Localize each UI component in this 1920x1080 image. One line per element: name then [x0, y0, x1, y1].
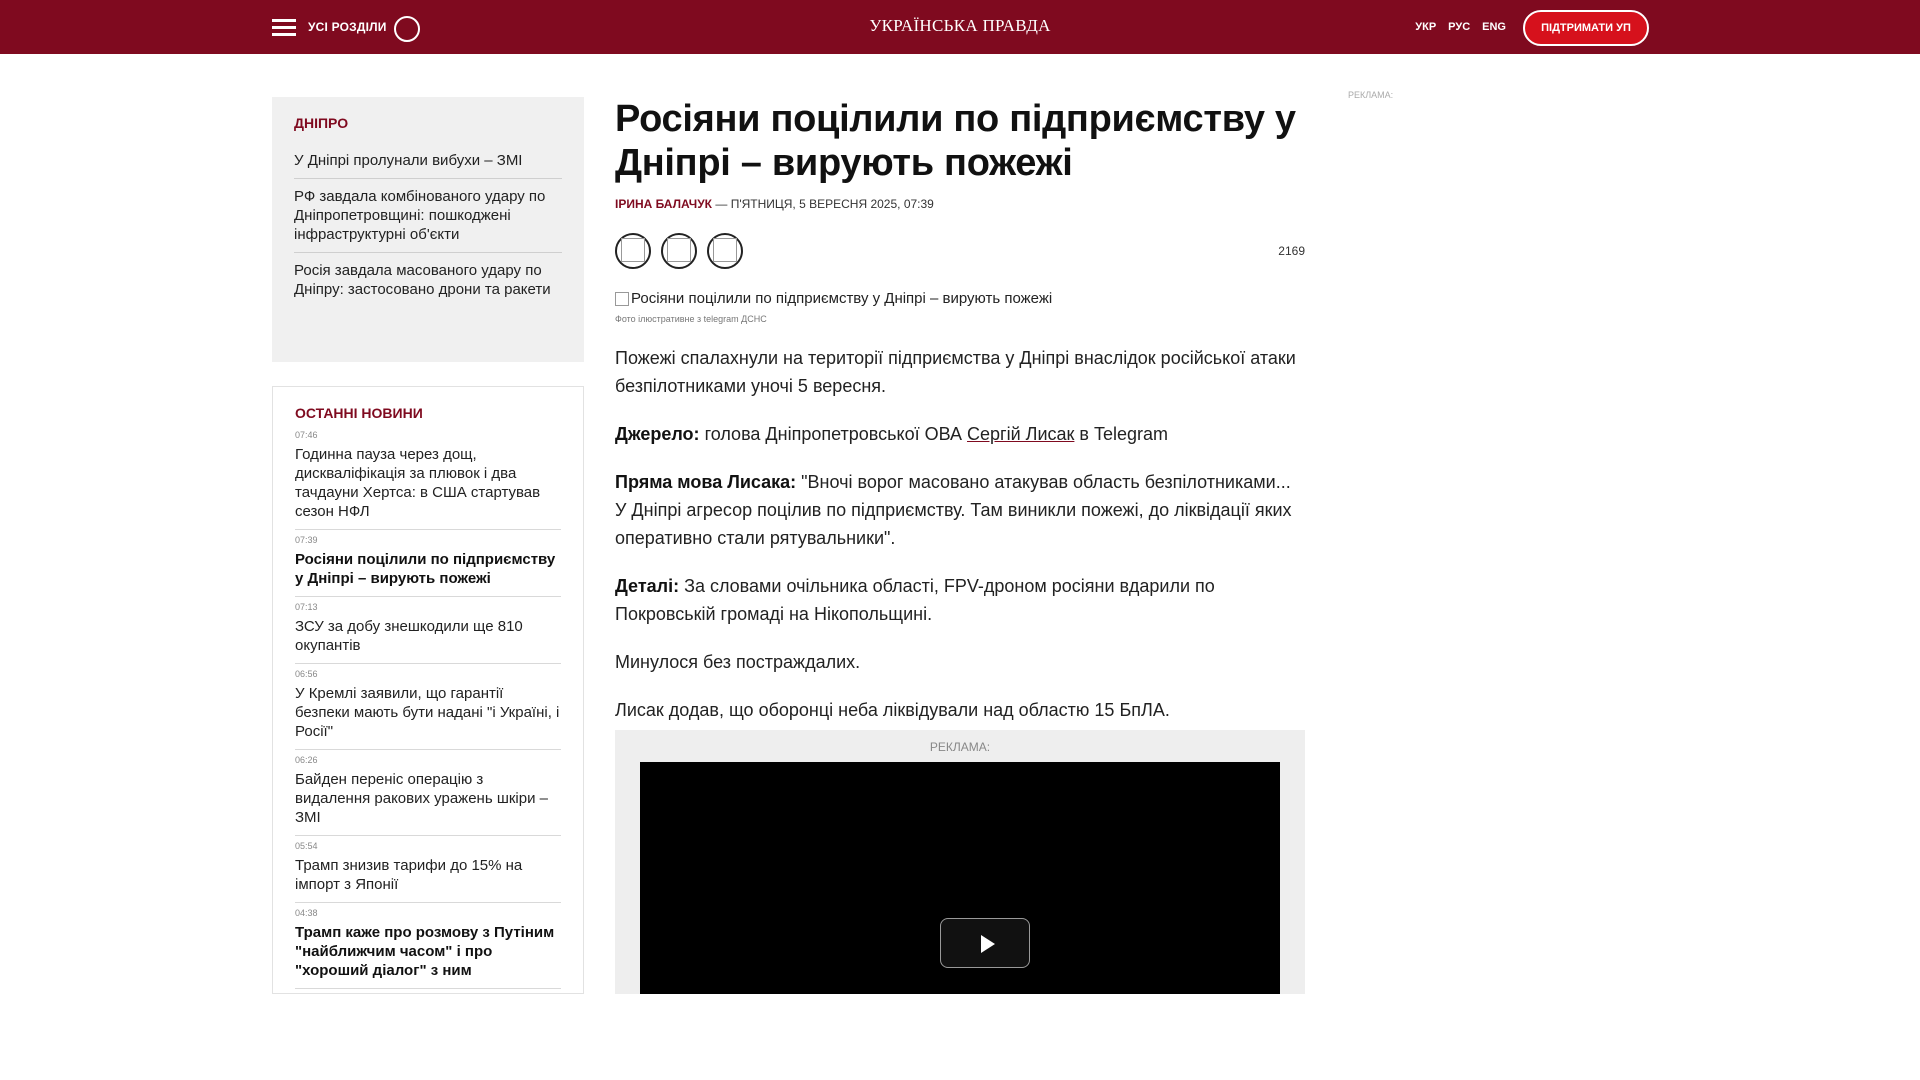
- news-title[interactable]: У Кремлі заявили, що гарантії безпеки ма…: [295, 684, 561, 741]
- source-link[interactable]: Сергій Лисак: [967, 424, 1074, 444]
- share-telegram-icon[interactable]: [707, 233, 743, 269]
- news-item[interactable]: 06:56 У Кремлі заявили, що гарантії безп…: [295, 664, 561, 750]
- share-twitter-icon[interactable]: [661, 233, 697, 269]
- broken-image-icon: [615, 291, 629, 306]
- news-time: 07:39: [295, 535, 318, 545]
- news-title[interactable]: ЗСУ за добу знешкодили ще 810 окупантів: [295, 617, 561, 655]
- support-button[interactable]: ПІДТРИМАТИ УП: [1523, 10, 1649, 46]
- article-paragraph: Пряма мова Лисака: "Вночі ворог масовано…: [615, 468, 1305, 552]
- article-headline: Росіяни поцілили по підприємству у Дніпр…: [615, 98, 1296, 184]
- lang-rus[interactable]: РУС: [1448, 21, 1470, 33]
- news-item[interactable]: 06:26 Байден переніс операцію з видаленн…: [295, 750, 561, 836]
- news-title[interactable]: Трамп знизив тарифи до 15% на імпорт з Я…: [295, 856, 561, 894]
- news-title[interactable]: Байден переніс операцію з видалення рако…: [295, 770, 561, 827]
- video-player[interactable]: [640, 762, 1280, 994]
- news-item[interactable]: 07:13 ЗСУ за добу знешкодили ще 810 окуп…: [295, 597, 561, 664]
- news-item[interactable]: 07:46 Годинна пауза через дощ, дискваліф…: [295, 425, 561, 530]
- article-paragraph: Деталі: За словами очільника області, FP…: [615, 572, 1305, 628]
- article: Росіяни поцілили по підприємству у Дніпр…: [615, 97, 1305, 724]
- dnipro-item[interactable]: Росія завдала масованого удару по Дніпру…: [294, 253, 562, 307]
- news-time: 05:54: [295, 841, 318, 851]
- lang-ukr[interactable]: УКР: [1415, 21, 1436, 33]
- ad-label: РЕКЛАМА:: [929, 740, 991, 754]
- latest-news-title[interactable]: ОСТАННІ НОВИНИ: [295, 405, 561, 421]
- source-tail: в Telegram: [1074, 424, 1169, 444]
- news-title[interactable]: Трамп каже про розмову з Путіним "найбли…: [295, 923, 561, 980]
- author-link[interactable]: ІРИНА БАЛАЧУК: [615, 197, 712, 211]
- news-item[interactable]: 05:54 Трамп знизив тарифи до 15% на імпо…: [295, 836, 561, 903]
- article-paragraph: Лисак додав, що оборонці неба ліквідувал…: [615, 700, 1170, 720]
- photo-caption: Фото ілюстративне з telegram ДСНС: [615, 314, 767, 324]
- dnipro-item[interactable]: У Дніпрі пролунали вибухи – ЗМІ: [294, 143, 562, 179]
- article-date: П'ЯТНИЦЯ, 5 ВЕРЕСНЯ 2025, 07:39: [730, 197, 934, 211]
- news-item[interactable]: 04:38 Трамп каже про розмову з Путіним "…: [295, 903, 561, 989]
- share-facebook-icon[interactable]: [615, 233, 651, 269]
- article-paragraph: Пожежі спалахнули на території підприємс…: [615, 348, 1296, 396]
- news-time: 04:38: [295, 908, 318, 918]
- view-count: 2169: [1278, 244, 1305, 258]
- photo-alt-text: Росіяни поцілили по підприємству у Дніпр…: [631, 290, 1053, 307]
- latest-news-box: ОСТАННІ НОВИНИ 07:46 Годинна пауза через…: [272, 386, 584, 994]
- dnipro-news-box: ДНІПРО У Дніпрі пролунали вибухи – ЗМІ Р…: [272, 97, 584, 362]
- details-text: За словами очільника області, FPV-дроном…: [615, 576, 1215, 624]
- news-item[interactable]: 07:39 Росіяни поцілили по підприємству у…: [295, 530, 561, 597]
- article-photo: Росіяни поцілили по підприємству у Дніпр…: [615, 290, 1305, 307]
- article-paragraph: Минулося без постраждалих.: [615, 652, 861, 672]
- source-text: голова Дніпропетровської ОВА: [699, 424, 968, 444]
- news-time: 07:46: [295, 430, 318, 440]
- language-switcher: УКР РУС ENG: [1415, 21, 1506, 33]
- details-label: Деталі:: [615, 576, 680, 596]
- news-time: 06:26: [295, 755, 318, 765]
- news-title[interactable]: Годинна пауза через дощ, дискваліфікація…: [295, 445, 561, 521]
- news-time: 06:56: [295, 669, 318, 679]
- article-paragraph: Джерело: голова Дніпропетровської ОВА Се…: [615, 420, 1305, 448]
- ad-block: РЕКЛАМА:: [615, 730, 1305, 994]
- byline-separator: —: [712, 197, 731, 211]
- dnipro-item[interactable]: РФ завдала комбінованого удару по Дніпро…: [294, 179, 562, 253]
- top-header: УСІ РОЗДІЛИ УКРАЇНСЬКА ПРАВДА УКР РУС EN…: [0, 0, 1920, 54]
- right-ad-label: РЕКЛАМА:: [1348, 90, 1394, 100]
- source-label: Джерело:: [615, 424, 700, 444]
- article-byline: ІРИНА БАЛАЧУК — П'ЯТНИЦЯ, 5 ВЕРЕСНЯ 2025…: [615, 197, 1305, 211]
- play-icon[interactable]: [940, 918, 1030, 968]
- quote-label: Пряма мова Лисака:: [615, 472, 797, 492]
- dnipro-title[interactable]: ДНІПРО: [294, 115, 562, 131]
- lang-eng[interactable]: ENG: [1482, 21, 1506, 33]
- share-row: 2169: [615, 233, 1305, 269]
- news-title[interactable]: Росіяни поцілили по підприємству у Дніпр…: [295, 550, 561, 588]
- news-time: 07:13: [295, 602, 318, 612]
